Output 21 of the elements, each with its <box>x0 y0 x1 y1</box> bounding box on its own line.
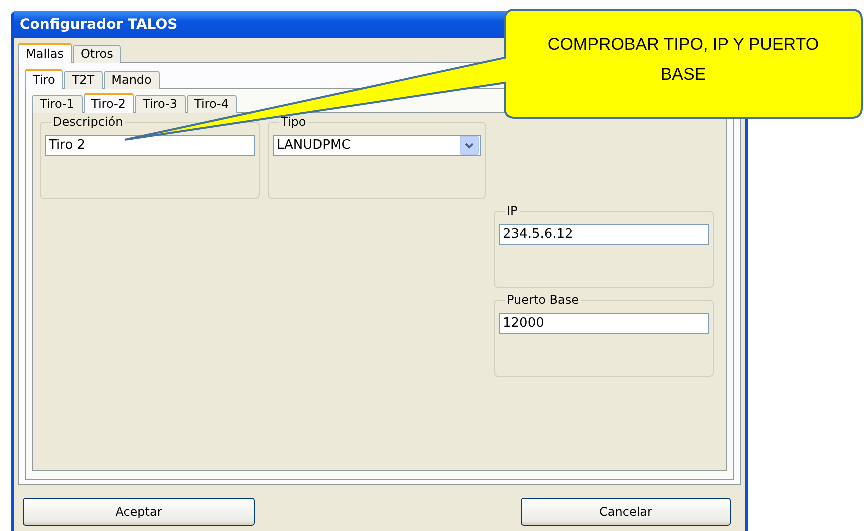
input-field[interactable]: 234.5.6.12 <box>499 224 709 245</box>
tab[interactable]: Tiro-2 <box>84 93 134 113</box>
group-label: Descripción <box>51 115 126 129</box>
dropdown[interactable]: LANUDPMC <box>273 135 481 156</box>
tab[interactable]: Tiro-3 <box>135 95 186 113</box>
callout-text: COMPROBAR TIPO, IP Y PUERTO BASE <box>546 34 820 86</box>
window-title: Configurador TALOS <box>20 16 178 32</box>
group-label: Puerto Base <box>505 293 582 307</box>
tab[interactable]: Tiro-1 <box>32 95 82 113</box>
input-field[interactable]: 12000 <box>499 313 709 334</box>
button[interactable]: Aceptar <box>23 498 255 526</box>
input-field[interactable]: Tiro 2 <box>45 135 255 156</box>
tab[interactable]: Tiro-4 <box>186 95 237 113</box>
tab[interactable]: Tiro <box>25 69 64 89</box>
tab[interactable]: Mallas <box>18 43 72 63</box>
button[interactable]: Cancelar <box>521 498 731 526</box>
tab[interactable]: T2T <box>64 71 103 89</box>
group-label: Tipo <box>279 115 308 129</box>
group-label: IP <box>505 204 520 218</box>
tab[interactable]: Mando <box>104 71 160 89</box>
tab[interactable]: Otros <box>72 45 122 63</box>
